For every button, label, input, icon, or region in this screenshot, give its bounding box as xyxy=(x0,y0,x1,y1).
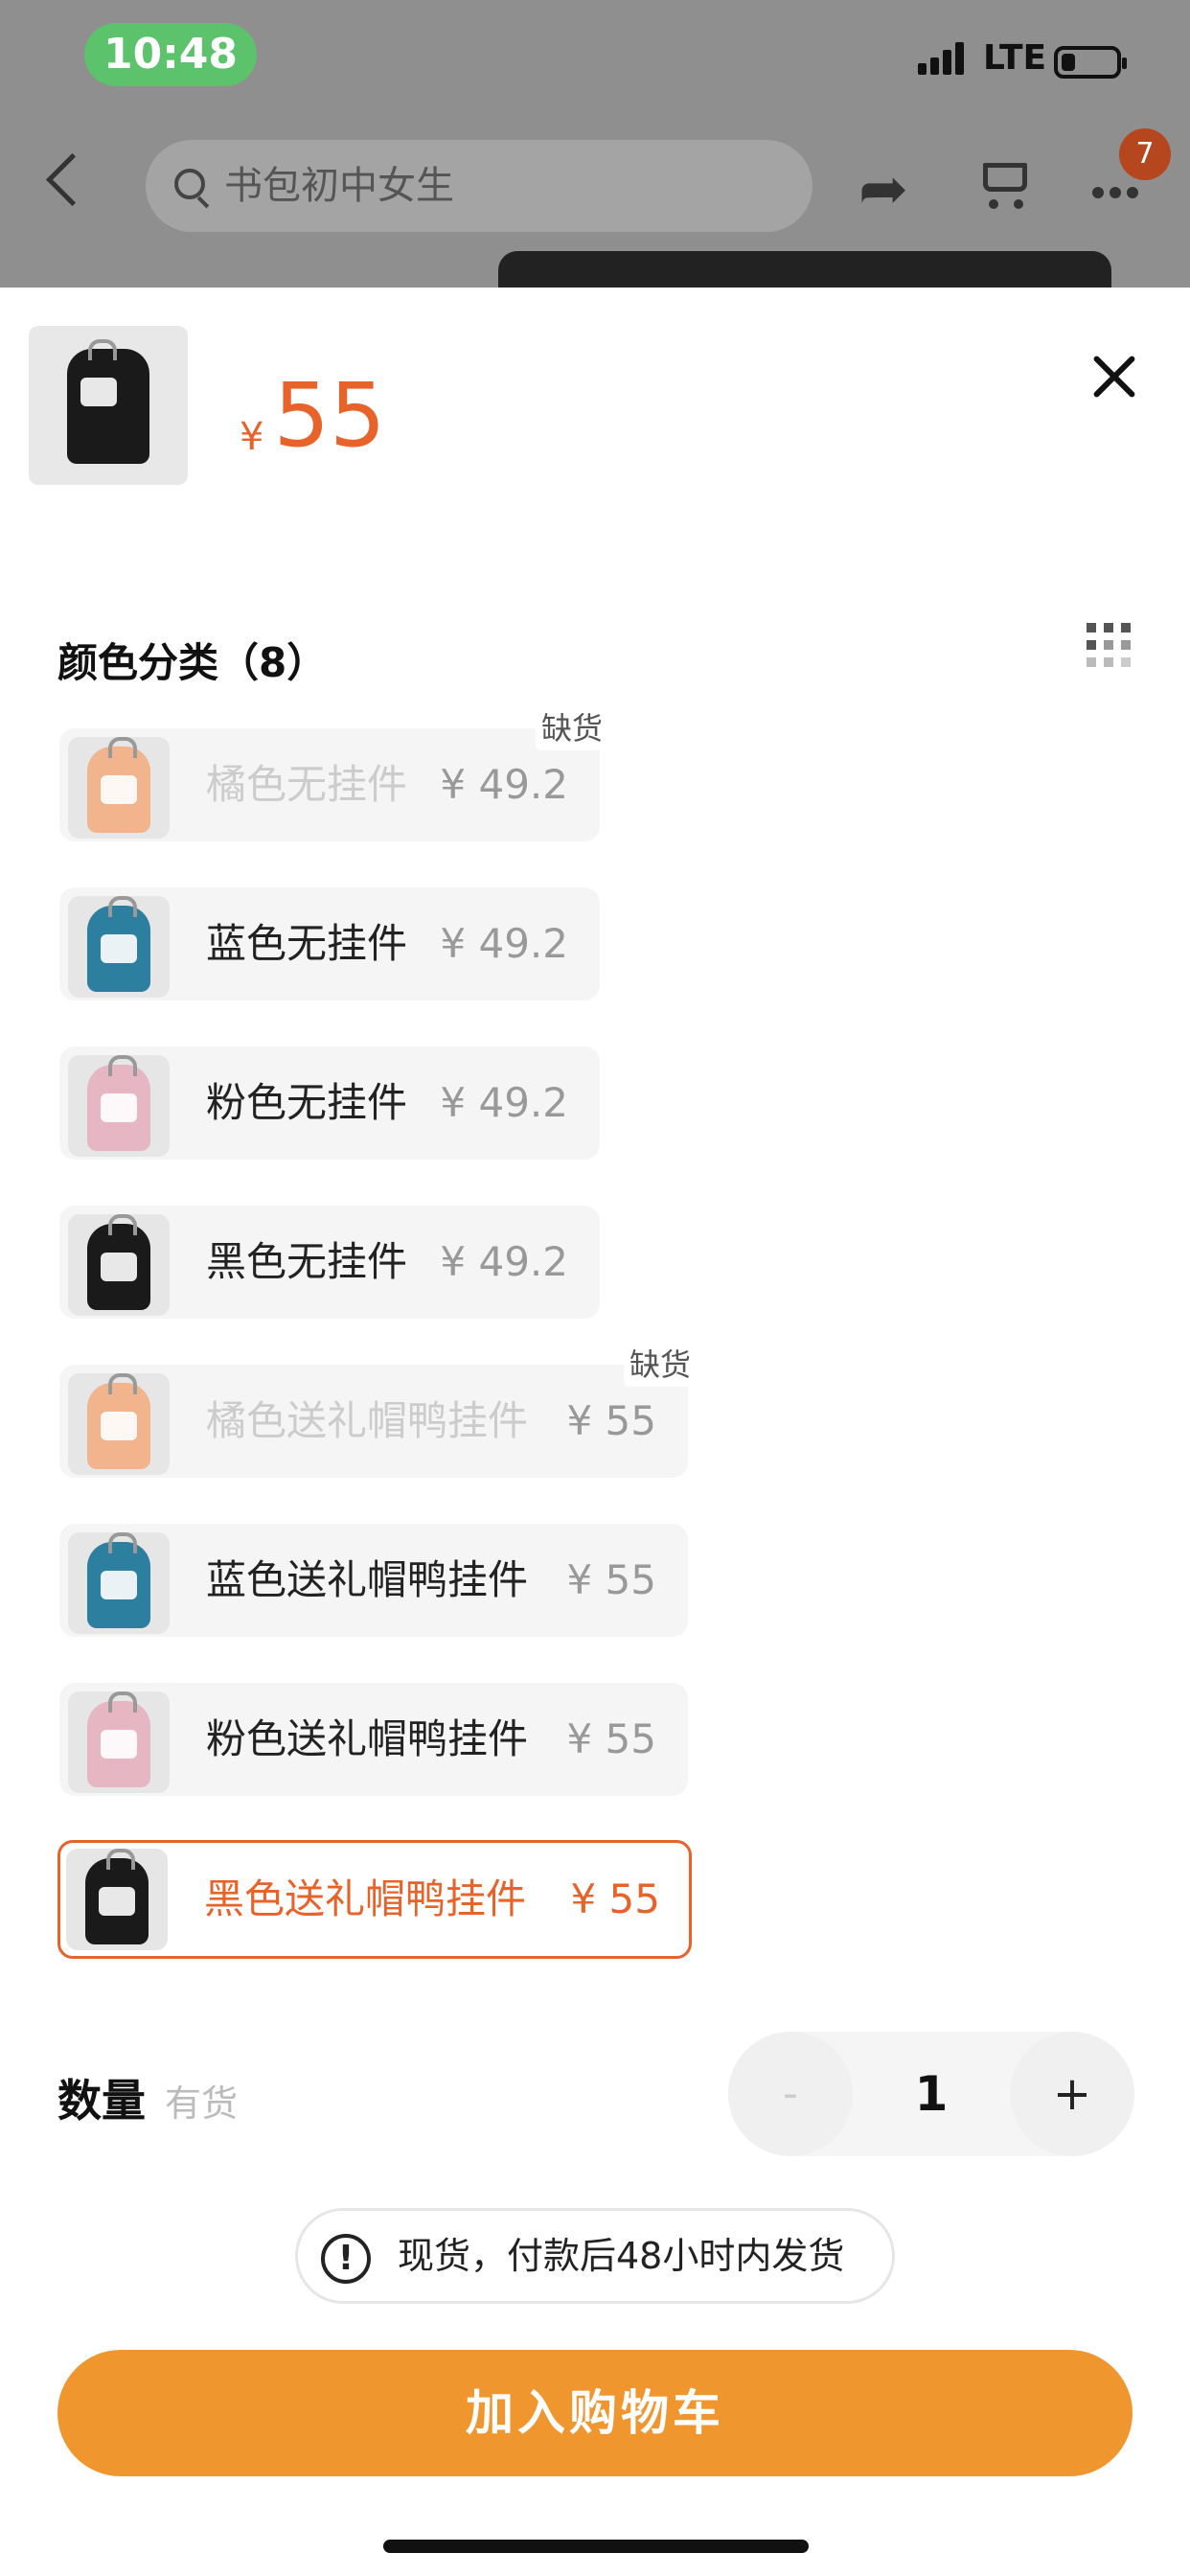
more-icon[interactable] xyxy=(1092,184,1144,202)
out-of-stock-tag: 缺货 xyxy=(535,702,608,750)
out-of-stock-tag: 缺货 xyxy=(623,1339,697,1387)
sku-selector-sheet: ¥55 颜色分类（8） 橘色无挂件 ¥ 49.2 缺货 蓝色无挂件 ¥ 49.2… xyxy=(0,288,1190,2576)
back-arrow-icon[interactable] xyxy=(45,152,100,207)
variant-name: 蓝色送礼帽鸭挂件 xyxy=(206,1556,529,1603)
backpack-image xyxy=(87,1691,150,1787)
notification-badge: 7 xyxy=(1119,128,1171,180)
shipping-notice: ! 现货，付款后48小时内发货 xyxy=(295,2208,895,2304)
variant-thumbnail xyxy=(68,737,170,839)
battery-icon xyxy=(1054,46,1127,79)
variant-option[interactable]: 橘色无挂件 ¥ 49.2 缺货 xyxy=(59,702,608,841)
background-page-header: 10:48 LTE 书包初中女生 ➦ 7 xyxy=(0,0,1190,288)
product-price: ¥55 xyxy=(240,364,386,467)
variant-option[interactable]: 橘色送礼帽鸭挂件 ¥ 55 缺货 xyxy=(59,1339,697,1478)
variant-name: 粉色送礼帽鸭挂件 xyxy=(206,1715,529,1762)
search-icon xyxy=(174,169,205,199)
search-placeholder: 书包初中女生 xyxy=(224,164,454,208)
search-input[interactable]: 书包初中女生 xyxy=(146,140,812,232)
backpack-image xyxy=(87,896,150,992)
variant-price: ¥ 49.2 xyxy=(440,1238,568,1285)
shipping-notice-text: 现货，付款后48小时内发货 xyxy=(398,2235,845,2277)
variant-thumbnail xyxy=(68,1532,170,1634)
variant-thumbnail xyxy=(68,1691,170,1793)
alert-icon: ! xyxy=(321,2234,371,2284)
close-icon[interactable] xyxy=(1090,353,1138,401)
backpack-image xyxy=(85,1849,149,1944)
product-thumbnail[interactable] xyxy=(29,326,188,485)
variant-name: 黑色无挂件 xyxy=(206,1238,408,1285)
share-icon[interactable]: ➦ xyxy=(858,159,908,218)
home-indicator xyxy=(383,2540,809,2553)
variant-option[interactable]: 黑色无挂件 ¥ 49.2 xyxy=(59,1206,600,1319)
variant-thumbnail xyxy=(68,1373,170,1475)
variant-price: ¥ 55 xyxy=(570,1875,660,1922)
cart-icon[interactable] xyxy=(975,155,1027,209)
status-time: 10:48 xyxy=(84,23,257,86)
backpack-image xyxy=(87,1373,150,1469)
variant-price: ¥ 49.2 xyxy=(440,920,568,967)
variant-name: 蓝色无挂件 xyxy=(206,920,408,967)
add-to-cart-button[interactable]: 加入购物车 xyxy=(57,2350,1133,2476)
decrease-button[interactable]: - xyxy=(728,2032,853,2156)
variant-name: 橘色无挂件 xyxy=(206,761,408,808)
grid-view-icon[interactable] xyxy=(1087,623,1134,671)
network-label: LTE xyxy=(983,38,1047,78)
variant-name: 橘色送礼帽鸭挂件 xyxy=(206,1397,529,1444)
variant-option[interactable]: 粉色送礼帽鸭挂件 ¥ 55 xyxy=(59,1683,688,1796)
variant-section-title: 颜色分类（8） xyxy=(57,639,328,686)
quantity-value[interactable]: 1 xyxy=(853,2032,1010,2156)
product-image-peek xyxy=(498,251,1111,288)
variant-price: ¥ 55 xyxy=(566,1715,656,1762)
variant-thumbnail xyxy=(68,1214,170,1316)
variant-thumbnail xyxy=(68,896,170,998)
variant-option-selected[interactable]: 黑色送礼帽鸭挂件 ¥ 55 xyxy=(57,1840,692,1959)
variant-option[interactable]: 蓝色送礼帽鸭挂件 ¥ 55 xyxy=(59,1524,688,1637)
backpack-image xyxy=(87,737,150,833)
variant-price: ¥ 49.2 xyxy=(440,1079,568,1126)
variant-option[interactable]: 粉色无挂件 ¥ 49.2 xyxy=(59,1046,600,1160)
increase-button[interactable]: + xyxy=(1010,2032,1134,2156)
variant-name: 粉色无挂件 xyxy=(206,1079,408,1126)
variant-thumbnail xyxy=(68,1055,170,1157)
stock-status: 有货 xyxy=(165,2082,239,2125)
backpack-image xyxy=(87,1532,150,1628)
quantity-stepper: - 1 + xyxy=(728,2032,1134,2156)
price-value: 55 xyxy=(273,364,386,467)
variant-name: 黑色送礼帽鸭挂件 xyxy=(204,1875,527,1922)
variant-option[interactable]: 蓝色无挂件 ¥ 49.2 xyxy=(59,887,600,1000)
price-currency: ¥ xyxy=(240,415,264,459)
backpack-image xyxy=(87,1055,150,1151)
backpack-image xyxy=(87,1214,150,1310)
variant-price: ¥ 55 xyxy=(566,1556,656,1603)
variant-thumbnail xyxy=(66,1849,168,1950)
quantity-label: 数量 xyxy=(57,2075,146,2127)
